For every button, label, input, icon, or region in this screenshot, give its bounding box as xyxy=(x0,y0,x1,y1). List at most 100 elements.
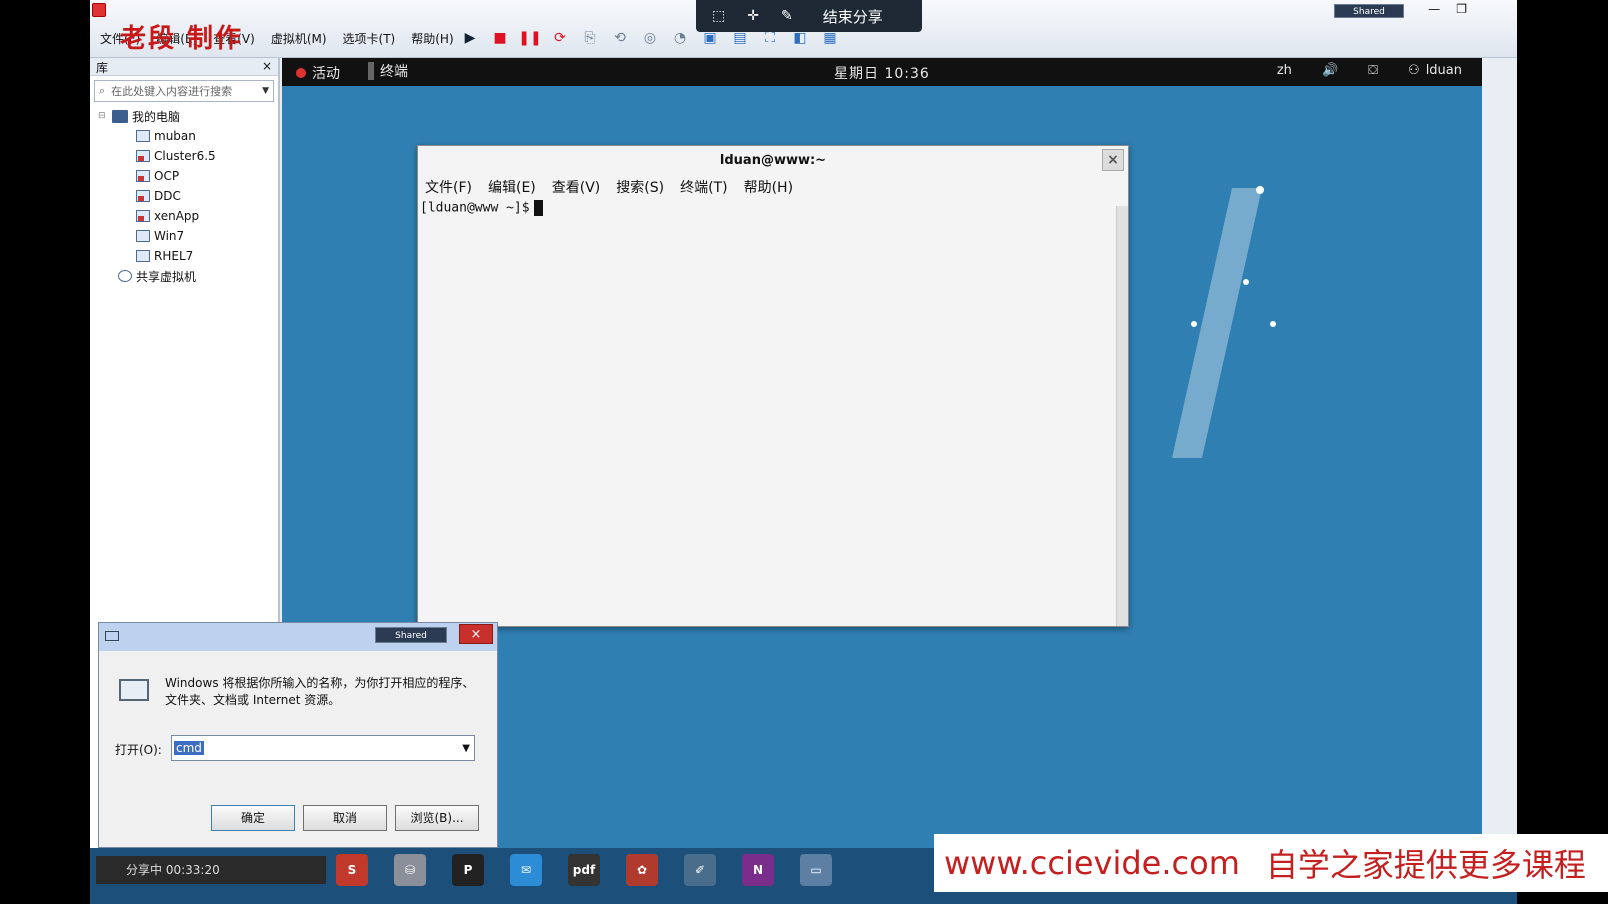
run-command-input[interactable]: cmd ▼ xyxy=(171,735,475,761)
app-menubar: 老段 制作 文件(F) 编辑(E) 查看(V) 虚拟机(M) 选项卡(T) 帮助… xyxy=(90,0,1517,58)
tree-root-label: 我的电脑 xyxy=(132,109,181,124)
desktop-decoration xyxy=(1172,186,1276,458)
vm-label: RHEL7 xyxy=(154,249,194,263)
site-slogan: 自学之家提供更多课程 xyxy=(1265,846,1586,884)
tree-root-my-computer[interactable]: ⊟ 我的电脑 xyxy=(98,106,278,126)
terminal-scrollbar[interactable] xyxy=(1116,206,1128,626)
annotate-icon[interactable]: ✎ xyxy=(781,8,793,24)
run-titlebar: Shared × xyxy=(99,623,497,651)
menu-vm[interactable]: 虚拟机(M) xyxy=(271,30,327,47)
send-ctrl-alt-del-icon[interactable]: ⎘ xyxy=(580,28,600,48)
stop-icon[interactable]: ■ xyxy=(490,28,510,48)
restart-icon[interactable]: ⟳ xyxy=(550,28,570,48)
pause-icon[interactable]: ❚❚ xyxy=(518,28,541,48)
run-command-value: cmd xyxy=(174,741,204,755)
term-menu-view[interactable]: 查看(V) xyxy=(552,177,601,197)
library-title: 库 xyxy=(96,61,109,75)
site-url: www.ccievide.com xyxy=(944,844,1240,882)
library-search-input[interactable]: ⌕ 在此处键入内容进行搜索 ▼ xyxy=(94,80,274,102)
user-menu[interactable]: ⚇ lduan xyxy=(1408,63,1462,78)
vm-tree: ⊟ 我的电脑 muban Cluster6.5 OCP DDC xenApp W… xyxy=(90,106,278,286)
shared-badge: Shared xyxy=(1334,4,1404,18)
vm-icon xyxy=(136,170,150,182)
move-icon[interactable]: ✛ xyxy=(747,8,759,24)
ok-button[interactable]: 确定 xyxy=(211,805,295,831)
library-header: 库 × xyxy=(90,58,278,76)
term-menu-file[interactable]: 文件(F) xyxy=(425,177,472,197)
app-s-icon[interactable]: S xyxy=(336,854,368,886)
screen-share-bar: ⬚ ✛ ✎ 结束分享 xyxy=(696,0,922,32)
run-close-button[interactable]: × xyxy=(459,624,493,644)
run-dialog-task-icon[interactable]: ▭ xyxy=(800,854,832,886)
restore-icon[interactable]: ❐ xyxy=(1456,2,1467,16)
terminal-menu: 文件(F) 编辑(E) 查看(V) 搜索(S) 终端(T) 帮助(H) xyxy=(418,176,1128,198)
tree-item-vm[interactable]: DDC xyxy=(98,186,278,206)
end-share-button[interactable]: 结束分享 xyxy=(823,6,883,27)
terminal-title: lduan@www:~ xyxy=(719,153,827,168)
tree-item-vm[interactable]: OCP xyxy=(98,166,278,186)
vm-label: DDC xyxy=(154,189,181,203)
vm-icon xyxy=(136,190,150,202)
tree-item-vm[interactable]: Cluster6.5 xyxy=(98,146,278,166)
term-menu-terminal[interactable]: 终端(T) xyxy=(680,177,727,197)
vm-label: Cluster6.5 xyxy=(154,149,216,163)
tree-item-vm[interactable]: xenApp xyxy=(98,206,278,226)
volume-icon[interactable]: 🔊 xyxy=(1322,63,1338,78)
user-icon: ⚇ xyxy=(1408,63,1420,78)
chat-icon[interactable]: ✉ xyxy=(510,854,542,886)
run-program-icon xyxy=(119,679,149,701)
run-dialog: Shared × Windows 将根据你所输入的名称，为你打开相应的程序、文件… xyxy=(98,622,498,848)
menu-help[interactable]: 帮助(H) xyxy=(411,30,453,47)
collapse-icon[interactable]: ⊟ xyxy=(98,111,108,121)
term-menu-search[interactable]: 搜索(S) xyxy=(616,177,664,197)
onenote-icon[interactable]: N xyxy=(742,854,774,886)
gnome-top-bar: 活动 终端 星期日 10:36 zh 🔊 ⛋ ⚇ lduan xyxy=(282,58,1482,86)
chevron-down-icon[interactable]: ▼ xyxy=(462,743,470,754)
database-icon[interactable]: ⛁ xyxy=(394,854,426,886)
vm-icon xyxy=(136,230,150,242)
activities-label: 活动 xyxy=(312,66,340,82)
tree-item-vm[interactable]: RHEL7 xyxy=(98,246,278,266)
vm-label: muban xyxy=(154,129,196,143)
terminal-close-button[interactable]: × xyxy=(1102,149,1124,171)
terminal-task[interactable]: 终端 xyxy=(368,61,408,81)
app-icon xyxy=(92,3,106,17)
chevron-down-icon[interactable]: ▼ xyxy=(262,86,269,96)
terminal-body[interactable]: [lduan@www ~]$ xyxy=(418,198,1128,618)
run-shared-badge: Shared xyxy=(375,627,447,643)
window-controls: — ❐ xyxy=(1428,2,1467,16)
site-watermark-banner: www.ccievide.com 自学之家提供更多课程 xyxy=(934,834,1608,892)
photo-icon[interactable]: ✿ xyxy=(626,854,658,886)
browse-button[interactable]: 浏览(B)... xyxy=(395,805,479,831)
author-watermark: 老段 制作 xyxy=(120,24,244,54)
pdf-icon[interactable]: pdf xyxy=(568,854,600,886)
share-status[interactable]: 分享中 00:33:20 xyxy=(96,856,326,884)
network-icon[interactable]: ⛋ xyxy=(1368,63,1378,78)
snapshot-icon[interactable]: ⟲ xyxy=(610,28,630,48)
run-icon xyxy=(105,631,119,641)
tree-item-vm[interactable]: muban xyxy=(98,126,278,146)
library-close-icon[interactable]: × xyxy=(262,59,272,74)
term-menu-edit[interactable]: 编辑(E) xyxy=(488,177,536,197)
remote-desktop-icon[interactable]: P xyxy=(452,854,484,886)
input-language[interactable]: zh xyxy=(1277,63,1292,78)
revert-snapshot-icon[interactable]: ◎ xyxy=(640,28,660,48)
term-menu-help[interactable]: 帮助(H) xyxy=(744,177,793,197)
vm-label: Win7 xyxy=(154,229,185,243)
vm-icon xyxy=(136,250,150,262)
minimize-icon[interactable]: — xyxy=(1428,2,1440,16)
terminal-window[interactable]: lduan@www:~ × 文件(F) 编辑(E) 查看(V) 搜索(S) 终端… xyxy=(417,145,1129,627)
select-region-icon[interactable]: ⬚ xyxy=(712,8,725,24)
snapshot-manager-icon[interactable]: ◔ xyxy=(670,28,690,48)
computer-icon xyxy=(112,109,128,123)
vm-icon xyxy=(136,130,150,142)
cancel-button[interactable]: 取消 xyxy=(303,805,387,831)
redhat-icon xyxy=(296,68,306,78)
tree-item-vm[interactable]: Win7 xyxy=(98,226,278,246)
tree-shared-vms[interactable]: 共享虚拟机 xyxy=(98,266,278,286)
paint-icon[interactable]: ✐ xyxy=(684,854,716,886)
play-icon[interactable]: ▶ xyxy=(460,28,480,48)
menu-tabs[interactable]: 选项卡(T) xyxy=(343,30,396,47)
activities-button[interactable]: 活动 xyxy=(296,63,340,83)
clock[interactable]: 星期日 10:36 xyxy=(834,63,930,83)
